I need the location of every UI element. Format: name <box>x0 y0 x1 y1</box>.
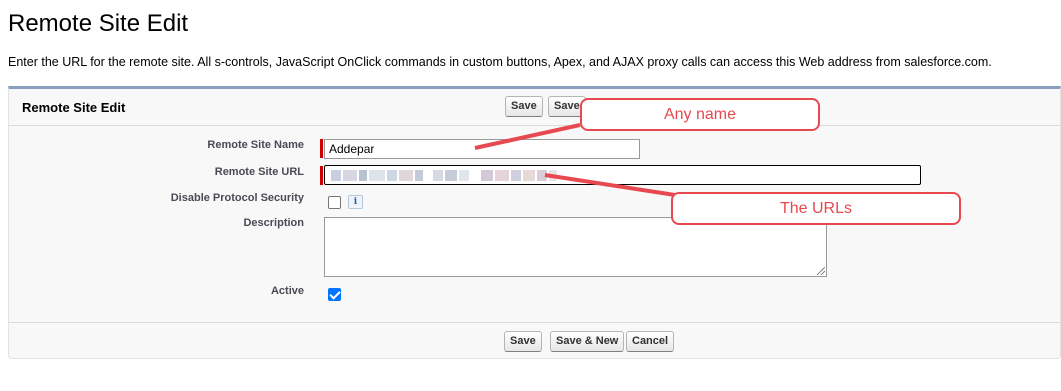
panel-header: Remote Site Edit Save Save <box>9 89 1060 126</box>
resize-handle-icon[interactable] <box>817 267 825 275</box>
remote-site-name-input[interactable] <box>324 139 640 159</box>
name-callout: Any name <box>580 98 820 131</box>
save-button-bottom[interactable]: Save <box>504 331 542 352</box>
cancel-button-bottom[interactable]: Cancel <box>626 331 675 352</box>
required-indicator <box>320 166 323 185</box>
active-checkbox[interactable] <box>328 288 341 301</box>
active-label: Active <box>270 285 304 297</box>
info-icon[interactable]: i <box>348 195 363 209</box>
page-title: Remote Site Edit <box>8 10 189 37</box>
remote-site-url-label: Remote Site URL <box>214 166 304 178</box>
description-label: Description <box>243 217 304 229</box>
panel-footer: Save Save & New Cancel <box>9 322 1060 358</box>
save-new-button-bottom[interactable]: Save & New <box>550 331 625 352</box>
remote-site-url-input[interactable] <box>324 165 921 185</box>
disable-protocol-security-label: Disable Protocol Security <box>170 192 304 204</box>
disable-protocol-security-checkbox[interactable] <box>328 196 341 209</box>
url-callout: The URLs <box>671 192 961 225</box>
description-textarea[interactable] <box>324 217 827 277</box>
page-description: Enter the URL for the remote site. All s… <box>8 55 992 69</box>
save-button-top[interactable]: Save <box>505 96 543 117</box>
required-indicator <box>320 139 323 158</box>
obscured-url-value <box>331 170 557 181</box>
remote-site-name-label: Remote Site Name <box>207 139 304 151</box>
panel-title: Remote Site Edit <box>22 100 126 115</box>
